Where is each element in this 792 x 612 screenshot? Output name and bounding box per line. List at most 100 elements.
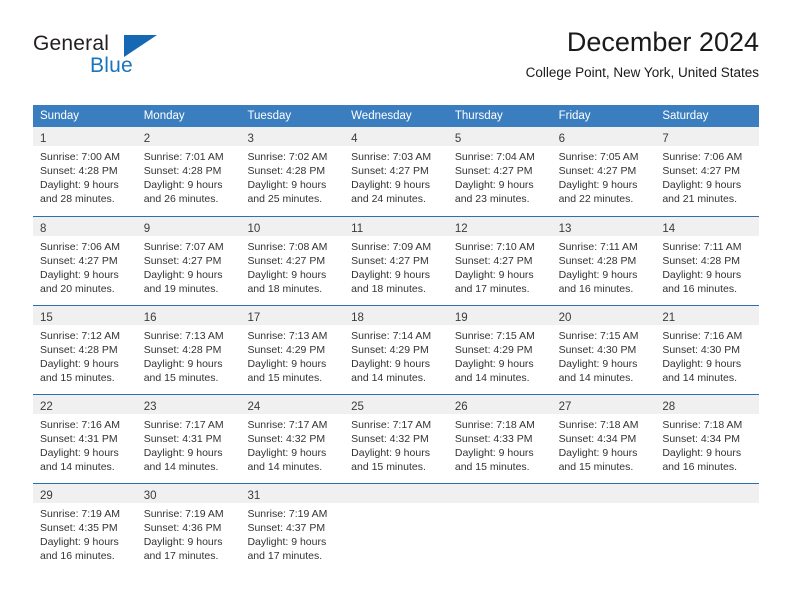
day-cell[interactable]: 28 Sunrise: 7:18 AM Sunset: 4:34 PM Dayligh… — [655, 395, 760, 483]
daylight-text-line2: and 24 minutes. — [351, 193, 426, 205]
day-number-band: 3 — [240, 127, 345, 146]
day-cell[interactable]: 21 Sunrise: 7:16 AM Sunset: 4:30 PM Dayligh… — [655, 306, 760, 394]
day-cell[interactable]: 18 Sunrise: 7:14 AM Sunset: 4:29 PM Dayligh… — [344, 306, 448, 394]
sunrise-text: Sunrise: 7:00 AM — [40, 151, 120, 163]
day-cell[interactable]: 20 Sunrise: 7:15 AM Sunset: 4:30 PM Dayligh… — [551, 306, 656, 394]
day-cell[interactable]: 5 Sunrise: 7:04 AM Sunset: 4:27 PM Daylight… — [447, 127, 552, 216]
day-cell[interactable]: 27 Sunrise: 7:18 AM Sunset: 4:34 PM Dayligh… — [551, 395, 656, 483]
day-cell[interactable]: 30 Sunrise: 7:19 AM Sunset: 4:36 PM Dayligh… — [136, 484, 241, 572]
day-cell[interactable]: 22 Sunrise: 7:16 AM Sunset: 4:31 PM Dayligh… — [33, 395, 137, 483]
sunset-text: Sunset: 4:27 PM — [454, 255, 533, 267]
day-cell[interactable]: 17 Sunrise: 7:13 AM Sunset: 4:29 PM Dayligh… — [240, 306, 345, 394]
day-number: 10 — [247, 223, 261, 235]
daylight-text-line1: Daylight: 9 hours — [143, 358, 223, 370]
daylight-text-line1: Daylight: 9 hours — [40, 447, 119, 459]
daylight-text-line2: and 19 minutes. — [143, 283, 219, 295]
sunset-text: Sunset: 4:33 PM — [454, 433, 533, 445]
daylight-text-line1: Daylight: 9 hours — [40, 269, 119, 281]
daylight-text-line1: Daylight: 9 hours — [351, 447, 430, 459]
day-details: Sunrise: 7:00 AM Sunset: 4:28 PM Daylight:… — [33, 146, 137, 206]
sunrise-text: Sunrise: 7:11 AM — [662, 241, 742, 253]
day-number-band: 5 — [447, 127, 552, 146]
sunset-text: Sunset: 4:27 PM — [454, 165, 533, 177]
sunrise-text: Sunrise: 7:14 AM — [351, 330, 432, 342]
day-cell[interactable]: 6 Sunrise: 7:05 AM Sunset: 4:27 PM Daylight… — [551, 127, 656, 216]
week-row: 22 Sunrise: 7:16 AM Sunset: 4:31 PM Dayligh… — [33, 394, 760, 483]
day-cell[interactable]: 8 Sunrise: 7:06 AM Sunset: 4:27 PM Daylight… — [33, 217, 137, 305]
sunset-text: Sunset: 4:29 PM — [247, 344, 326, 356]
day-details: Sunrise: 7:19 AM Sunset: 4:37 PM Daylight:… — [240, 503, 344, 563]
day-number-band: 12 — [447, 217, 552, 236]
day-number-band: 29 — [33, 484, 137, 503]
sunrise-text: Sunrise: 7:01 AM — [143, 151, 224, 163]
daylight-text-line1: Daylight: 9 hours — [351, 358, 430, 370]
day-details: Sunrise: 7:05 AM Sunset: 4:27 PM Daylight:… — [552, 146, 656, 206]
sunset-text: Sunset: 4:35 PM — [40, 522, 118, 534]
day-details: Sunrise: 7:15 AM Sunset: 4:30 PM Daylight:… — [552, 325, 656, 385]
sunset-text: Sunset: 4:29 PM — [454, 344, 533, 356]
calendar-page: General Blue December 2024 College Point… — [0, 0, 792, 612]
sunset-text: Sunset: 4:27 PM — [143, 255, 222, 267]
day-number: 26 — [454, 401, 468, 413]
daylight-text-line1: Daylight: 9 hours — [662, 358, 742, 370]
logo-word-blue: Blue — [90, 54, 133, 77]
day-cell[interactable]: 4 Sunrise: 7:03 AM Sunset: 4:27 PM Daylight… — [344, 127, 448, 216]
day-details: Sunrise: 7:17 AM Sunset: 4:32 PM Daylight:… — [344, 414, 448, 474]
day-details: Sunrise: 7:01 AM Sunset: 4:28 PM Daylight:… — [137, 146, 241, 206]
daylight-text-line2: and 23 minutes. — [454, 193, 530, 205]
general-blue-logo[interactable]: General Blue — [33, 32, 213, 88]
sunrise-text: Sunrise: 7:17 AM — [143, 419, 224, 431]
weekday-header-row: Sunday Monday Tuesday Wednesday Thursday Frid… — [33, 105, 759, 127]
day-cell[interactable]: 9 Sunrise: 7:07 AM Sunset: 4:27 PM Daylight… — [136, 217, 241, 305]
day-cell[interactable]: 15 Sunrise: 7:12 AM Sunset: 4:28 PM Dayligh… — [33, 306, 137, 394]
day-number-band: 30 — [136, 484, 241, 503]
day-number: 4 — [351, 133, 358, 145]
day-cell[interactable]: 19 Sunrise: 7:15 AM Sunset: 4:29 PM Dayligh… — [447, 306, 552, 394]
sunset-text: Sunset: 4:28 PM — [558, 255, 637, 267]
day-cell[interactable]: 29 Sunrise: 7:19 AM Sunset: 4:35 PM Dayligh… — [33, 484, 137, 572]
day-number-band: 1 — [33, 127, 137, 146]
day-cell[interactable]: 24 Sunrise: 7:17 AM Sunset: 4:32 PM Dayligh… — [240, 395, 345, 483]
day-cell[interactable]: 13 Sunrise: 7:11 AM Sunset: 4:28 PM Dayligh… — [551, 217, 656, 305]
day-cell[interactable]: 25 Sunrise: 7:17 AM Sunset: 4:32 PM Dayligh… — [344, 395, 448, 483]
day-number: 14 — [662, 223, 676, 235]
sunrise-text: Sunrise: 7:11 AM — [558, 241, 638, 253]
day-number-band — [447, 484, 552, 503]
day-number: 13 — [558, 223, 572, 235]
daylight-text-line1: Daylight: 9 hours — [40, 179, 119, 191]
sunrise-text: Sunrise: 7:07 AM — [143, 241, 224, 253]
daylight-text-line1: Daylight: 9 hours — [40, 358, 119, 370]
calendar-weeks: 1 Sunrise: 7:00 AM Sunset: 4:28 PM Daylight… — [33, 127, 760, 572]
daylight-text-line2: and 16 minutes. — [40, 550, 115, 562]
day-cell[interactable]: 16 Sunrise: 7:13 AM Sunset: 4:28 PM Dayligh… — [136, 306, 241, 394]
daylight-text-line2: and 15 minutes. — [558, 461, 634, 473]
sunset-text: Sunset: 4:31 PM — [40, 433, 118, 445]
day-cell[interactable]: 12 Sunrise: 7:10 AM Sunset: 4:27 PM Dayligh… — [447, 217, 552, 305]
day-cell[interactable]: 11 Sunrise: 7:09 AM Sunset: 4:27 PM Dayligh… — [344, 217, 448, 305]
day-cell[interactable]: 2 Sunrise: 7:01 AM Sunset: 4:28 PM Daylight… — [136, 127, 241, 216]
day-cell[interactable]: 7 Sunrise: 7:06 AM Sunset: 4:27 PM Daylight… — [655, 127, 760, 216]
day-number: 27 — [558, 401, 572, 413]
sunset-text: Sunset: 4:27 PM — [558, 165, 637, 177]
daylight-text-line2: and 14 minutes. — [558, 372, 634, 384]
day-number-band: 28 — [655, 395, 760, 414]
day-cell[interactable]: 10 Sunrise: 7:08 AM Sunset: 4:27 PM Dayligh… — [240, 217, 345, 305]
sunrise-text: Sunrise: 7:19 AM — [40, 508, 120, 520]
day-cell[interactable]: 31 Sunrise: 7:19 AM Sunset: 4:37 PM Dayligh… — [240, 484, 345, 572]
daylight-text-line1: Daylight: 9 hours — [558, 269, 638, 281]
day-cell[interactable]: 23 Sunrise: 7:17 AM Sunset: 4:31 PM Dayligh… — [136, 395, 241, 483]
day-number-band: 21 — [655, 306, 760, 325]
day-details: Sunrise: 7:10 AM Sunset: 4:27 PM Daylight:… — [448, 236, 552, 296]
day-cell[interactable]: 3 Sunrise: 7:02 AM Sunset: 4:28 PM Daylight… — [240, 127, 345, 216]
weekday-header-tuesday: Tuesday — [247, 110, 292, 122]
sunset-text: Sunset: 4:34 PM — [558, 433, 637, 445]
weekday-header-saturday: Saturday — [662, 110, 709, 122]
day-details: Sunrise: 7:18 AM Sunset: 4:34 PM Daylight:… — [655, 414, 759, 474]
day-cell[interactable]: 26 Sunrise: 7:18 AM Sunset: 4:33 PM Dayligh… — [447, 395, 552, 483]
day-number: 24 — [247, 401, 261, 413]
daylight-text-line1: Daylight: 9 hours — [247, 269, 327, 281]
day-cell[interactable]: 1 Sunrise: 7:00 AM Sunset: 4:28 PM Daylight… — [33, 127, 137, 216]
day-number-band: 6 — [551, 127, 656, 146]
sunrise-text: Sunrise: 7:13 AM — [143, 330, 224, 342]
day-cell[interactable]: 14 Sunrise: 7:11 AM Sunset: 4:28 PM Dayligh… — [655, 217, 760, 305]
